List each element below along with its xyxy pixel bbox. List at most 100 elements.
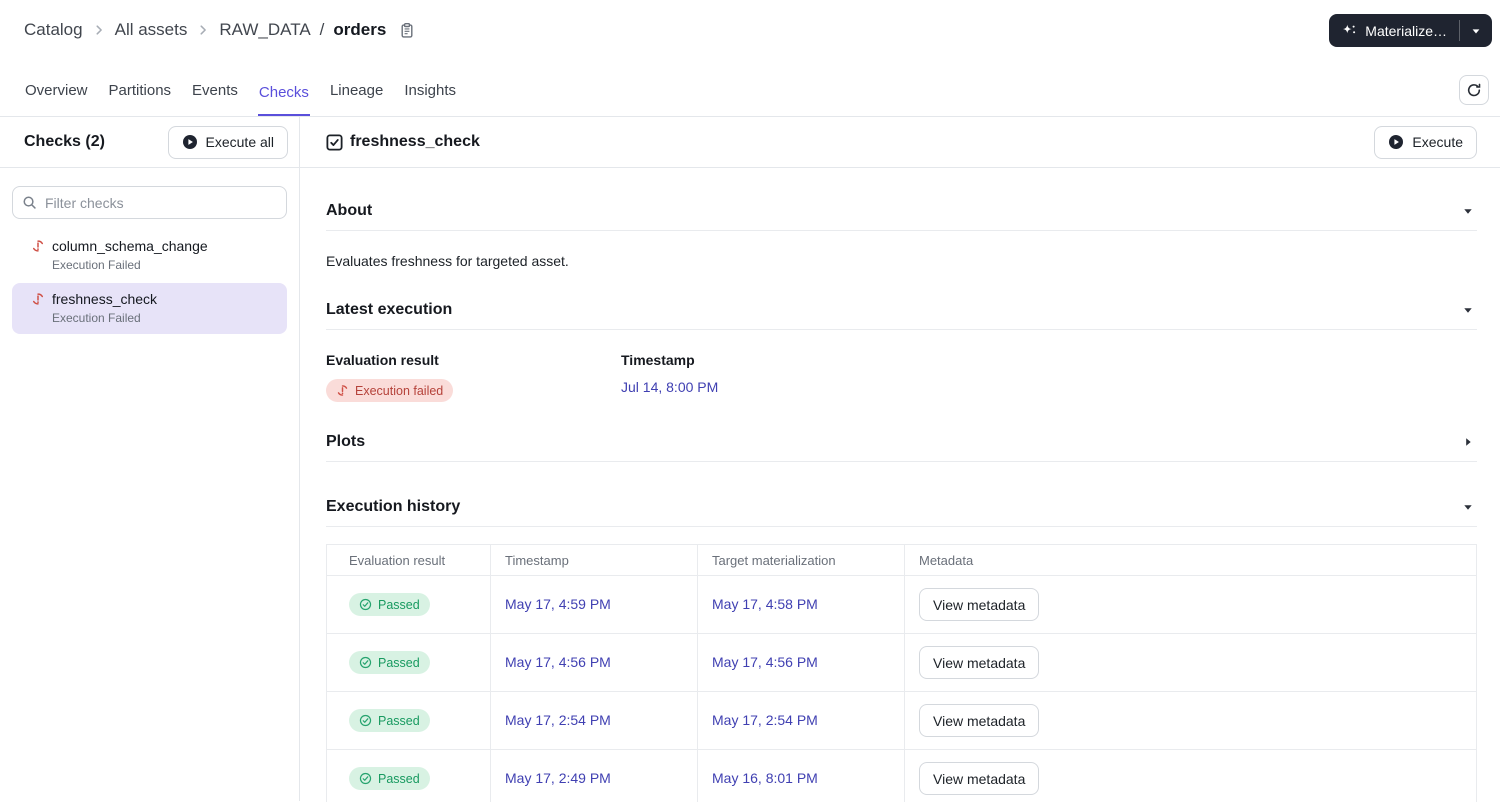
execution-failed-badge: Execution failed (326, 379, 454, 402)
clipboard-icon (399, 22, 415, 39)
copy-asset-key-button[interactable] (397, 20, 417, 41)
view-metadata-button[interactable]: View metadata (919, 762, 1040, 795)
check-circle-icon (359, 598, 372, 611)
checks-sidebar-body: column_schema_change Execution Failed fr… (0, 168, 299, 334)
execution-history-table: Evaluation result Timestamp Target mater… (326, 544, 1477, 802)
target-materialization-link[interactable]: May 17, 4:58 PM (712, 596, 818, 612)
table-row: Passed May 17, 2:54 PM May 17, 2:54 PM V… (326, 691, 1477, 750)
check-circle-icon (359, 714, 372, 727)
column-header-timestamp: Timestamp (490, 544, 698, 576)
execution-failed-icon (31, 239, 45, 253)
caret-down-icon (1463, 502, 1473, 512)
checks-sidebar-header: Checks (2) Execute all (0, 117, 299, 168)
execution-history-heading: Execution history (326, 498, 461, 515)
checks-sidebar: Checks (2) Execute all column_schema_cha… (0, 117, 300, 801)
execute-label: Execute (1412, 134, 1463, 150)
check-status: Execution Failed (52, 311, 141, 325)
check-list-item-column-schema-change[interactable]: column_schema_change Execution Failed (12, 230, 287, 281)
table-row: Passed May 17, 2:49 PM May 16, 8:01 PM V… (326, 749, 1477, 802)
view-metadata-button[interactable]: View metadata (919, 704, 1040, 737)
check-list-item-freshness-check[interactable]: freshness_check Execution Failed (12, 283, 287, 334)
latest-timestamp-link[interactable]: Jul 14, 8:00 PM (621, 379, 718, 395)
check-name: column_schema_change (52, 238, 208, 254)
materialize-button[interactable]: Materialize… (1329, 14, 1459, 47)
chevron-right-small-icon (1463, 437, 1473, 447)
timestamp-link[interactable]: May 17, 2:54 PM (505, 712, 611, 728)
passed-badge-label: Passed (378, 713, 420, 728)
check-detail-header: freshness_check Execute (300, 117, 1500, 168)
filter-checks-input[interactable] (12, 186, 287, 219)
timestamp-link[interactable]: May 17, 2:49 PM (505, 770, 611, 786)
search-icon (22, 195, 37, 210)
check-name: freshness_check (52, 291, 158, 307)
execution-history-section-header[interactable]: Execution history (326, 462, 1477, 527)
execute-all-button[interactable]: Execute all (167, 125, 288, 159)
column-header-evaluation-result: Evaluation result (326, 544, 491, 576)
about-section-header[interactable]: About (326, 168, 1477, 231)
target-materialization-link[interactable]: May 16, 8:01 PM (712, 770, 818, 786)
check-detail-title: freshness_check (350, 133, 480, 150)
about-collapse-button[interactable] (1459, 204, 1477, 218)
execution-failed-badge-label: Execution failed (355, 383, 444, 398)
plots-section-header[interactable]: Plots (326, 402, 1477, 462)
play-circle-icon (182, 134, 198, 150)
latest-execution-collapse-button[interactable] (1459, 303, 1477, 317)
breadcrumb-asset-key-prefix[interactable]: RAW_DATA (219, 20, 310, 40)
execution-history-collapse-button[interactable] (1459, 500, 1477, 514)
caret-down-icon (1471, 26, 1481, 36)
plots-expand-button[interactable] (1459, 435, 1477, 449)
tab-partitions[interactable]: Partitions (108, 82, 173, 116)
tab-checks[interactable]: Checks (257, 84, 310, 116)
refresh-button[interactable] (1459, 75, 1489, 105)
passed-badge-label: Passed (378, 771, 420, 786)
check-square-icon (326, 133, 343, 151)
check-circle-icon (359, 656, 372, 669)
tab-events[interactable]: Events (191, 82, 239, 116)
check-detail-body: About Evaluates freshness for targeted a… (300, 168, 1500, 802)
plots-heading: Plots (326, 433, 366, 450)
asset-tabs: Overview Partitions Events Checks Lineag… (0, 60, 1500, 117)
execute-button[interactable]: Execute (1374, 125, 1477, 159)
view-metadata-button[interactable]: View metadata (919, 588, 1040, 621)
chevron-right-icon (196, 23, 210, 37)
table-row: Passed May 17, 4:59 PM May 17, 4:58 PM V… (326, 575, 1477, 634)
target-materialization-link[interactable]: May 17, 4:56 PM (712, 654, 818, 670)
view-metadata-button[interactable]: View metadata (919, 646, 1040, 679)
table-header-row: Evaluation result Timestamp Target mater… (326, 544, 1477, 576)
timestamp-link[interactable]: May 17, 4:59 PM (505, 596, 611, 612)
execute-all-label: Execute all (205, 134, 274, 150)
column-header-metadata: Metadata (904, 544, 1477, 576)
passed-badge: Passed (349, 767, 430, 790)
about-description: Evaluates freshness for targeted asset. (326, 253, 569, 269)
check-detail-panel: freshness_check Execute About Evaluates … (300, 117, 1500, 802)
timestamp-link[interactable]: May 17, 4:56 PM (505, 654, 611, 670)
tab-insights[interactable]: Insights (403, 82, 457, 116)
passed-badge: Passed (349, 651, 430, 674)
passed-badge-label: Passed (378, 655, 420, 670)
latest-execution-section-header[interactable]: Latest execution (326, 269, 1477, 330)
timestamp-label: Timestamp (621, 352, 695, 368)
breadcrumb: Catalog All assets RAW_DATA / orders (24, 20, 417, 41)
column-header-target-materialization: Target materialization (697, 544, 905, 576)
passed-badge: Passed (349, 709, 430, 732)
latest-execution-content: Evaluation result Execution failed Times… (326, 330, 1477, 402)
sparkle-icon (1341, 23, 1357, 39)
target-materialization-link[interactable]: May 17, 2:54 PM (712, 712, 818, 728)
check-circle-icon (359, 772, 372, 785)
caret-down-icon (1463, 305, 1473, 315)
passed-badge-label: Passed (378, 597, 420, 612)
execution-failed-icon (336, 384, 349, 397)
checks-count-title: Checks (2) (24, 133, 105, 150)
materialize-split-button: Materialize… (1329, 14, 1492, 47)
caret-down-icon (1463, 206, 1473, 216)
tab-overview[interactable]: Overview (24, 82, 89, 116)
materialize-button-label: Materialize… (1365, 22, 1447, 39)
play-circle-icon (1388, 134, 1404, 150)
chevron-right-icon (92, 23, 106, 37)
filter-checks-field (12, 186, 287, 219)
tab-lineage[interactable]: Lineage (329, 82, 384, 116)
breadcrumb-all-assets[interactable]: All assets (115, 20, 188, 40)
breadcrumb-catalog[interactable]: Catalog (24, 20, 83, 40)
check-list: column_schema_change Execution Failed fr… (12, 230, 287, 334)
materialize-dropdown-button[interactable] (1460, 14, 1492, 47)
